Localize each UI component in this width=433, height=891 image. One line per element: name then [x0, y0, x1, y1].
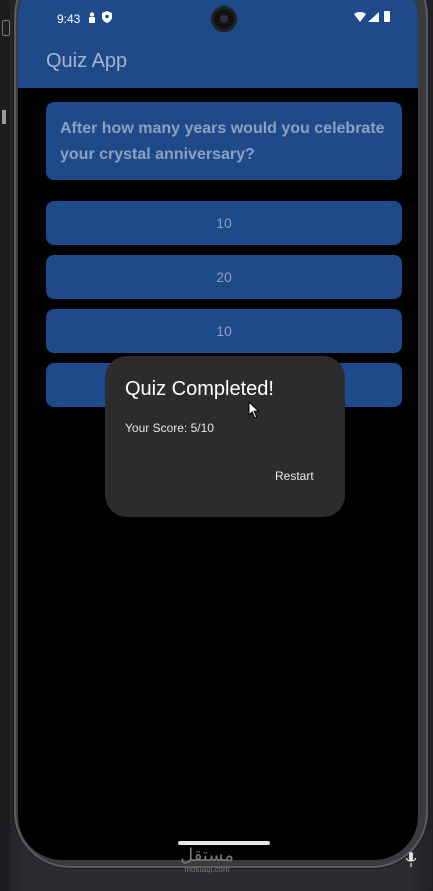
restart-button[interactable]: Restart	[275, 469, 314, 483]
mouse-cursor-icon	[248, 401, 260, 419]
answer-option-label: 10	[216, 323, 232, 339]
phone-screen: 9:43 Quiz App After how many years would…	[18, 0, 418, 860]
question-text: After how many years would you celebrate…	[60, 120, 385, 163]
left-rail	[0, 0, 10, 891]
battery-icon	[384, 11, 390, 22]
wifi-icon	[354, 12, 366, 22]
watermark-latin: mostaql.com	[184, 865, 230, 874]
watermark-logo: مستقل mostaql.com	[172, 847, 242, 875]
person-icon	[89, 12, 95, 23]
rail-mark	[2, 110, 6, 124]
watermark-arabic: مستقل	[180, 845, 234, 866]
camera-cutout	[211, 6, 237, 32]
quiz-completed-dialog: Quiz Completed! Your Score: 5/10 Restart	[105, 356, 345, 517]
answer-option-label: 20	[216, 269, 232, 285]
question-card: After how many years would you celebrate…	[46, 102, 402, 180]
answer-option-label: 10	[216, 215, 232, 231]
answer-option-2[interactable]: 20	[46, 255, 402, 299]
app-title: Quiz App	[46, 50, 128, 72]
device-frame: 9:43 Quiz App After how many years would…	[0, 0, 433, 891]
rail-mark	[2, 20, 10, 36]
microphone-icon	[405, 852, 417, 867]
app-bar: Quiz App	[18, 34, 418, 88]
signal-icon	[368, 12, 379, 22]
dialog-title: Quiz Completed!	[125, 378, 274, 400]
dialog-score: Your Score: 5/10	[125, 421, 214, 435]
answer-option-1[interactable]: 10	[46, 201, 402, 245]
answer-option-3[interactable]: 10	[46, 309, 402, 353]
shield-icon	[102, 11, 112, 23]
status-time: 9:43	[57, 12, 81, 26]
